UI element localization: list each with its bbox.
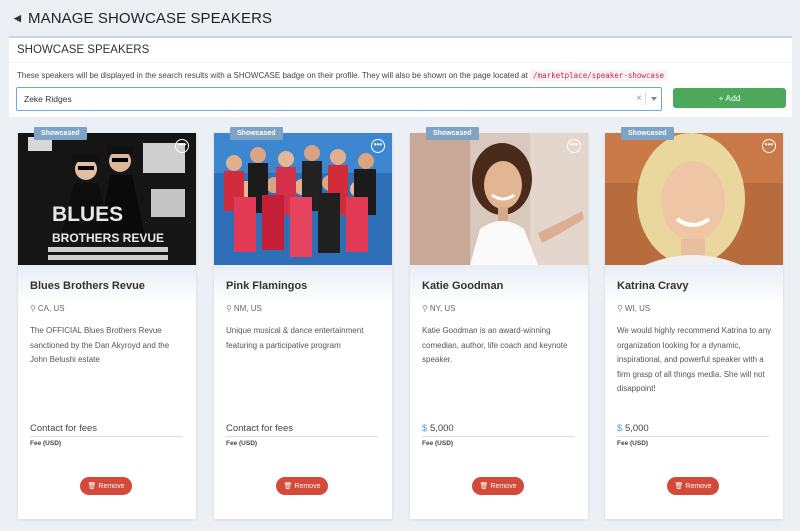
arrow-left-icon[interactable]: ◀ [12,13,23,24]
speaker-select-value: Zeke Ridges [24,94,72,104]
showcased-badge: Showcased [34,127,87,140]
map-pin-icon: ⚲ [617,304,623,313]
showcase-url: /marketplace/speaker-showcase [530,70,667,81]
trash-icon: 🗑 [479,483,489,490]
speaker-photo [605,133,783,265]
fee-label: Fee (USD) [422,440,454,447]
speaker-photo [214,133,392,265]
speaker-name: Katrina Cravy [617,280,689,292]
more-options-button[interactable]: ••• [371,139,385,153]
speaker-name: Blues Brothers Revue [30,280,145,292]
remove-button[interactable]: 🗑 Remove [276,477,328,495]
trash-icon: 🗑 [283,483,293,490]
speaker-fee-value: 5,000 [429,423,454,434]
page-title: MANAGE SHOWCASE SPEAKERS [28,9,273,27]
add-button-label: Add [725,93,741,103]
showcased-badge: Showcased [426,127,479,140]
speaker-description: We would highly recommend Katrina to any… [617,326,772,393]
speaker-fee: $ 5,000 [617,423,769,437]
speaker-location: ⚲ CA, US [30,304,65,313]
currency-symbol: $ [617,423,623,434]
trash-icon: 🗑 [87,483,97,490]
remove-button-label: Remove [685,482,712,490]
map-pin-icon: ⚲ [226,304,232,313]
speaker-name: Pink Flamingos [226,280,308,292]
speaker-fee: Contact for fees [30,423,182,437]
speaker-description: The OFFICIAL Blues Brothers Revue sancti… [30,326,170,364]
remove-button[interactable]: 🗑 Remove [667,477,719,495]
speaker-fee: $ 5,000 [422,423,574,437]
panel-description: These speakers will be displayed in the … [17,70,667,81]
add-button[interactable]: + Add [673,88,786,108]
speaker-card: Showcased ••• Pink Flamingos ⚲ NM, US Un… [214,127,392,519]
speaker-card: Showcased ••• Katie Goodman ⚲ NY, US Kat… [410,127,588,519]
remove-button[interactable]: 🗑 Remove [472,477,524,495]
speaker-description: Katie Goodman is an award-winning comedi… [422,326,568,364]
remove-button-label: Remove [490,482,517,490]
speaker-card: Showcased ••• Katrina Cravy ⚲ WI, US We … [605,127,783,519]
speaker-fee: Contact for fees [226,423,378,437]
speaker-description: Unique musical & dance entertainment fea… [226,326,364,350]
speaker-fee-value: 5,000 [624,423,649,434]
speaker-photo [410,133,588,265]
showcased-badge: Showcased [621,127,674,140]
speaker-fee-value: Contact for fees [226,423,294,434]
speaker-location: ⚲ NM, US [226,304,262,313]
clear-icon[interactable]: × [636,93,642,104]
more-options-button[interactable]: ••• [175,139,189,153]
plus-icon: + [718,93,724,103]
panel-title: SHOWCASE SPEAKERS [17,44,150,56]
speaker-location-text: NY, US [429,304,456,313]
more-options-button[interactable]: ••• [762,139,776,153]
speaker-location-text: NM, US [233,304,262,313]
panel-divider [9,62,792,63]
speaker-card: Showcased BLUES BROTHERS REVUE ••• Blues… [18,127,196,519]
select-separator [645,93,646,105]
speaker-location: ⚲ NY, US [422,304,456,313]
panel-description-text: These speakers will be displayed in the … [17,71,528,80]
showcase-panel: SHOWCASE SPEAKERS These speakers will be… [9,36,792,117]
poster-title-line1: BLUES [52,203,123,226]
speaker-location-text: WI, US [624,304,651,313]
speaker-fee-value: Contact for fees [30,423,98,434]
map-pin-icon: ⚲ [422,304,428,313]
fee-label: Fee (USD) [30,440,62,447]
remove-button[interactable]: 🗑 Remove [80,477,132,495]
speaker-name: Katie Goodman [422,280,504,292]
fee-label: Fee (USD) [226,440,258,447]
map-pin-icon: ⚲ [30,304,36,313]
more-options-button[interactable]: ••• [567,139,581,153]
speaker-location-text: CA, US [37,304,65,313]
poster-title-line2: BROTHERS REVUE [52,231,164,245]
page-header: ◀ MANAGE SHOWCASE SPEAKERS [0,0,800,36]
showcased-badge: Showcased [230,127,283,140]
remove-button-label: Remove [98,482,125,490]
trash-icon: 🗑 [674,483,684,490]
speaker-location: ⚲ WI, US [617,304,650,313]
chevron-down-icon[interactable] [651,97,657,101]
remove-button-label: Remove [294,482,321,490]
fee-label: Fee (USD) [617,440,649,447]
speaker-photo: BLUES BROTHERS REVUE [18,133,196,265]
currency-symbol: $ [422,423,428,434]
speaker-select[interactable]: Zeke Ridges × [16,87,662,111]
